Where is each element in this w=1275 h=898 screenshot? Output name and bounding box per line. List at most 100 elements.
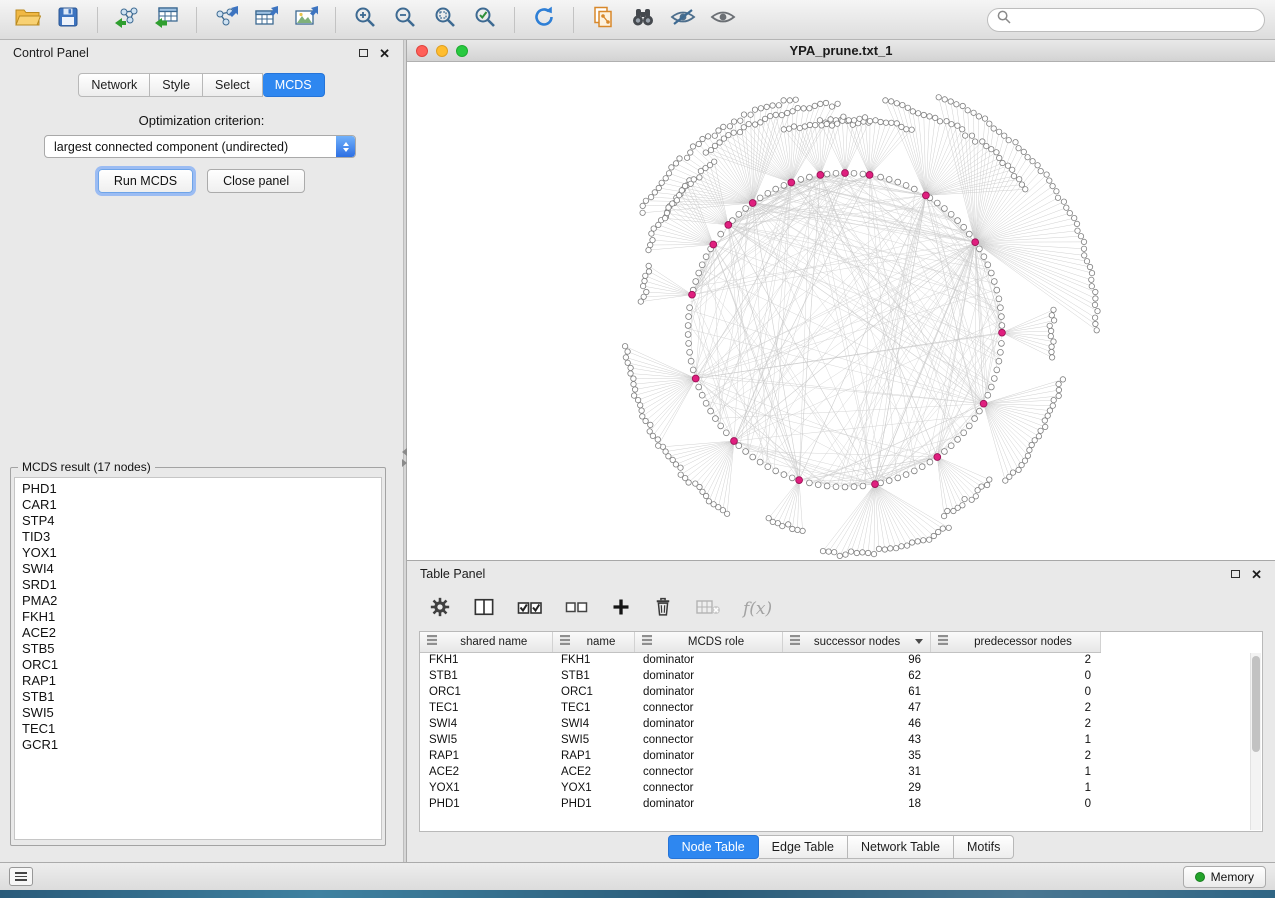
tab-mcds[interactable]: MCDS [263,73,325,97]
import-table-button[interactable] [149,5,185,35]
table-row[interactable]: STB1STB1dominator620 [420,668,1100,684]
find-button[interactable] [625,5,661,35]
show-panels-button[interactable] [9,867,33,886]
tab-style[interactable]: Style [150,73,203,97]
tab-motifs[interactable]: Motifs [954,835,1014,859]
deselect-all-button[interactable] [565,598,589,621]
zoom-fit-icon [433,5,457,34]
mcds-result-item[interactable]: GCR1 [22,737,374,753]
tab-network-table[interactable]: Network Table [848,835,954,859]
run-mcds-button[interactable]: Run MCDS [98,169,193,193]
clone-network-button[interactable] [585,5,621,35]
column-header-name[interactable]: name [552,632,634,652]
table-cell: dominator [634,748,782,764]
column-header-predecessor-nodes[interactable]: predecessor nodes [930,632,1100,652]
close-panel-button[interactable]: Close panel [207,169,305,193]
mcds-result-item[interactable]: STP4 [22,513,374,529]
mcds-result-item[interactable]: TID3 [22,529,374,545]
column-label: shared name [443,636,545,648]
mcds-result-item[interactable]: ORC1 [22,657,374,673]
table-row[interactable]: TEC1TEC1connector472 [420,700,1100,716]
mcds-result-item[interactable]: FKH1 [22,609,374,625]
criterion-dropdown[interactable]: largest connected component (undirected) [44,135,356,158]
minimize-window-icon[interactable] [436,45,448,57]
control-panel: Control Panel ✕ NetworkStyleSelectMCDS O… [0,40,403,862]
select-all-button[interactable] [517,597,543,622]
table-row[interactable]: SWI5SWI5connector431 [420,732,1100,748]
search-input[interactable] [1017,12,1255,28]
table-cell: RAP1 [420,748,552,764]
float-panel-icon[interactable] [1231,570,1240,578]
memory-button[interactable]: Memory [1183,866,1266,888]
mcds-result-item[interactable]: ACE2 [22,625,374,641]
table-row[interactable]: SWI4SWI4dominator462 [420,716,1100,732]
export-image-button[interactable] [288,5,324,35]
table-cell: 62 [782,668,930,684]
tab-edge-table[interactable]: Edge Table [759,835,848,859]
network-canvas[interactable] [407,62,1275,560]
table-row[interactable]: PHD1PHD1dominator180 [420,796,1100,812]
open-file-button[interactable] [10,5,46,35]
export-network-button[interactable] [208,5,244,35]
control-panel-header: Control Panel ✕ [0,40,403,66]
scrollbar-thumb[interactable] [1252,656,1260,752]
apply-layout-button[interactable] [526,5,562,35]
mcds-result-item[interactable]: PHD1 [22,481,374,497]
function-builder-button[interactable]: f(x) [743,599,772,619]
column-icon [427,635,437,648]
eye-icon [710,7,736,32]
close-panel-icon[interactable]: ✕ [379,47,390,60]
maximize-window-icon[interactable] [456,45,468,57]
table-cell: SWI5 [420,732,552,748]
mcds-result-item[interactable]: RAP1 [22,673,374,689]
network-graph[interactable] [407,62,1275,560]
desktop-wallpaper [0,890,1275,898]
eye-slash-icon [670,7,696,32]
mcds-result-item[interactable]: TEC1 [22,721,374,737]
mcds-result-item[interactable]: SRD1 [22,577,374,593]
show-all-button[interactable] [705,5,741,35]
close-window-icon[interactable] [416,45,428,57]
column-header-successor-nodes[interactable]: successor nodes [782,632,930,652]
hide-selected-button[interactable] [665,5,701,35]
mcds-result-list[interactable]: PHD1CAR1STP4TID3YOX1SWI4SRD1PMA2FKH1ACE2… [14,477,382,840]
sort-indicator-icon [915,639,923,644]
table-row[interactable]: RAP1RAP1dominator352 [420,748,1100,764]
zoom-selected-button[interactable] [467,5,503,35]
tab-network[interactable]: Network [78,73,150,97]
mcds-result-item[interactable]: SWI4 [22,561,374,577]
float-panel-icon[interactable] [359,49,368,57]
table-cell: 46 [782,716,930,732]
close-panel-icon[interactable]: ✕ [1251,568,1262,581]
table-cell: dominator [634,684,782,700]
mcds-result-item[interactable]: SWI5 [22,705,374,721]
table-row[interactable]: ACE2ACE2connector311 [420,764,1100,780]
table-cell: 43 [782,732,930,748]
table-scrollbar[interactable] [1250,653,1261,830]
table-cell: PHD1 [420,796,552,812]
column-header-mcds-role[interactable]: MCDS role [634,632,782,652]
add-column-button[interactable] [611,597,631,622]
zoom-out-button[interactable] [387,5,423,35]
delete-column-button[interactable] [653,596,673,622]
mcds-result-item[interactable]: CAR1 [22,497,374,513]
table-row[interactable]: FKH1FKH1dominator962 [420,652,1100,668]
table-row[interactable]: YOX1YOX1connector291 [420,780,1100,796]
mcds-result-item[interactable]: STB1 [22,689,374,705]
zoom-fit-button[interactable] [427,5,463,35]
show-columns-button[interactable] [473,597,495,622]
table-row[interactable]: ORC1ORC1dominator610 [420,684,1100,700]
mcds-result-item[interactable]: PMA2 [22,593,374,609]
save-session-button[interactable] [50,5,86,35]
tab-select[interactable]: Select [203,73,263,97]
column-header-shared-name[interactable]: shared name [420,632,552,652]
import-network-button[interactable] [109,5,145,35]
export-table-button[interactable] [248,5,284,35]
mcds-result-item[interactable]: STB5 [22,641,374,657]
tab-node-table[interactable]: Node Table [668,835,759,859]
zoom-in-button[interactable] [347,5,383,35]
table-cell: 2 [930,652,1100,668]
table-settings-button[interactable] [429,596,451,623]
table-cell: 29 [782,780,930,796]
mcds-result-item[interactable]: YOX1 [22,545,374,561]
